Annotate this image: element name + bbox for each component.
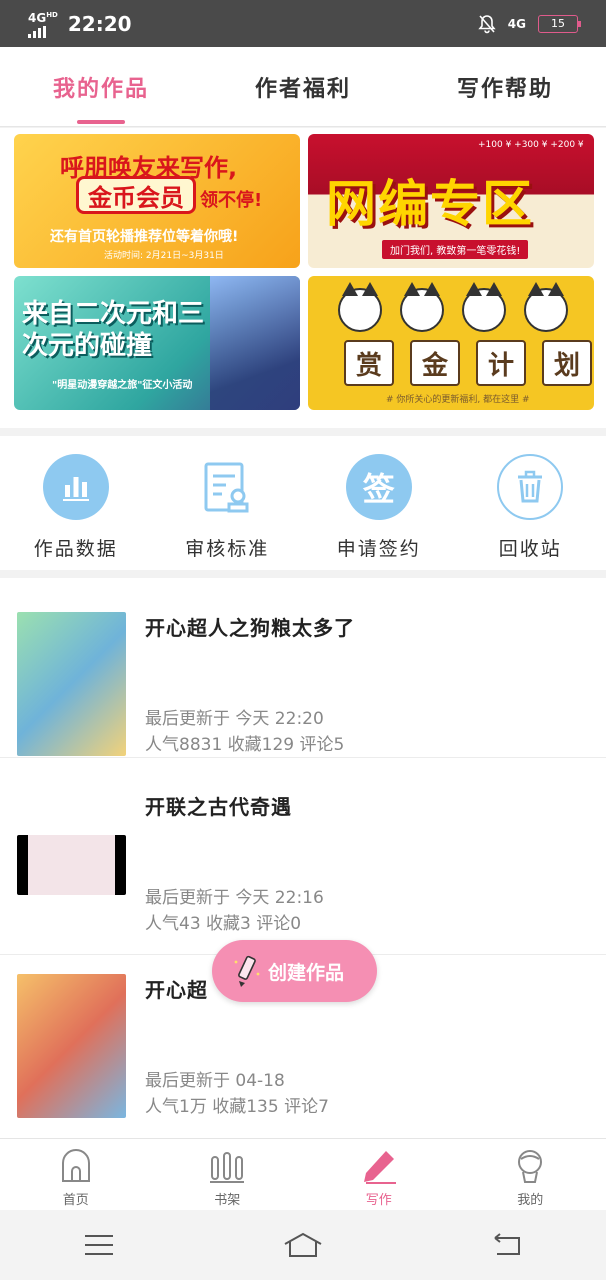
entry-label: 作品数据 [33,538,118,560]
work-title: 开心超人之狗粮太多了 [145,616,355,640]
work-updated: 最后更新于 04-18 [145,1071,285,1091]
banner-char: 金 [410,340,460,386]
banner-illustration [210,276,300,410]
pen-icon [363,1151,396,1184]
sign-icon-text: 签 [362,470,395,508]
cat-icon [338,282,382,332]
work-cover [17,835,126,895]
banner-essay-contest[interactable]: 来自二次元和三次元的碰撞 "明星动漫穿越之旅"征文小活动 [14,276,300,410]
banner-coins: +100 ¥ +300 ¥ +200 ¥ [478,140,584,150]
network-indicator: 4GHD [28,9,58,38]
work-item[interactable]: 开心超人之狗粮太多了 最后更新于 今天 22:20 人气8831 收藏129 评… [0,578,606,758]
tab-my-works[interactable]: 我的作品 [0,47,202,126]
nav-write[interactable]: 写作 [303,1139,455,1210]
work-title: 开心超 [145,978,208,1002]
create-work-label: 创建作品 [268,961,345,984]
banner-grid: 呼朋唤友来写作, 金币会员 领不停! 还有首页轮播推荐位等着你哦! 活动时间: … [0,128,606,428]
work-updated: 最后更新于 今天 22:20 [145,709,324,729]
nav-label: 我的 [517,1193,544,1208]
entry-work-data[interactable]: 作品数据 [0,436,152,570]
work-cover [17,974,126,1118]
network-type-right: 4G [507,16,526,31]
work-stats: 人气8831 收藏129 评论5 [145,735,345,755]
works-list: 开心超人之狗粮太多了 最后更新于 今天 22:20 人气8831 收藏129 评… [0,578,606,1138]
bookshelf-icon [210,1152,245,1183]
profile-icon [518,1150,543,1183]
banner-text: 还有首页轮播推荐位等着你哦! [50,229,239,245]
entry-review-standard[interactable]: 审核标准 [152,436,304,570]
trash-icon [497,454,564,520]
menu-icon[interactable] [84,1233,114,1257]
mute-bell-icon [478,14,496,33]
nav-bookshelf[interactable]: 书架 [152,1139,304,1210]
sign-icon: 签 [345,454,412,520]
battery-icon: 15 [538,14,581,33]
banner-coin-badge: 金币会员 [76,176,196,214]
banner-title: 来自二次元和三次元的碰撞 [22,299,205,361]
cat-icon [462,282,506,332]
entry-apply-contract[interactable]: 签 申请签约 [303,436,455,570]
work-item[interactable]: 开联之古代奇遇 最后更新于 今天 22:16 人气43 收藏3 评论0 [0,775,606,955]
cat-illustrations [338,282,568,332]
entry-label: 回收站 [498,538,562,560]
banner-subtitle: 加门我们, 教致第一笔零花钱! [382,240,529,259]
home-icon [61,1149,90,1182]
banner-title: 赏 金 计 划 [344,340,592,386]
network-sup: HD [46,11,58,19]
banner-text: 领不停! [200,190,263,211]
top-tabs: 我的作品 作者福利 写作帮助 [0,47,606,127]
bar-chart-icon [42,454,109,520]
work-title: 开联之古代奇遇 [145,795,292,819]
banner-invite-friends[interactable]: 呼朋唤友来写作, 金币会员 领不停! 还有首页轮播推荐位等着你哦! 活动时间: … [14,134,300,268]
cat-icon [400,282,444,332]
signal-icon [28,26,58,38]
bottom-nav: 首页 书架 写作 我的 [0,1138,606,1210]
banner-bounty-plan[interactable]: 赏 金 计 划 # 你所关心的更新福利, 都在这里 # [308,276,594,410]
quick-entries: 作品数据 审核标准 签 申请签约 回收站 [0,436,606,570]
banner-editor-zone[interactable]: +100 ¥ +300 ¥ +200 ¥ 网编专区 加门我们, 教致第一笔零花钱… [308,134,594,268]
cat-icon [524,282,568,332]
back-icon[interactable] [492,1233,522,1257]
nav-label: 首页 [62,1193,89,1208]
work-cover [17,612,126,756]
app-root: 4GHD 22:20 4G 15 我的作品 作者福利 写作帮助 呼朋唤友来写作,… [0,0,606,1280]
nav-mine[interactable]: 我的 [455,1139,606,1210]
banner-char: 划 [542,340,592,386]
system-nav-bar [0,1210,606,1280]
tab-author-benefits[interactable]: 作者福利 [202,47,404,126]
banner-char: 计 [476,340,526,386]
nav-label: 写作 [365,1193,392,1208]
entry-recycle-bin[interactable]: 回收站 [455,436,606,570]
work-updated: 最后更新于 今天 22:16 [145,888,324,908]
create-work-button[interactable]: 创建作品 [212,940,377,1002]
network-type: 4G [28,11,47,25]
battery-level: 15 [551,17,565,30]
work-stats: 人气1万 收藏135 评论7 [145,1097,329,1117]
banner-subtitle: # 你所关心的更新福利, 都在这里 # [386,395,530,405]
nav-home[interactable]: 首页 [0,1139,152,1210]
banner-title: 网编专区 [326,175,534,233]
home-nav-icon[interactable] [283,1232,323,1258]
review-document-icon [194,454,260,520]
tab-writing-help[interactable]: 写作帮助 [404,47,606,126]
pencil-icon [234,955,260,987]
work-stats: 人气43 收藏3 评论0 [145,914,302,934]
status-bar: 4GHD 22:20 4G 15 [0,0,606,47]
entry-label: 审核标准 [185,538,270,560]
banner-date: 活动时间: 2月21日~3月31日 [104,251,224,261]
nav-label: 书架 [214,1193,241,1208]
entry-label: 申请签约 [336,538,421,560]
clock: 22:20 [67,11,132,36]
banner-char: 赏 [344,340,394,386]
banner-subtitle: "明星动漫穿越之旅"征文小活动 [52,380,193,391]
